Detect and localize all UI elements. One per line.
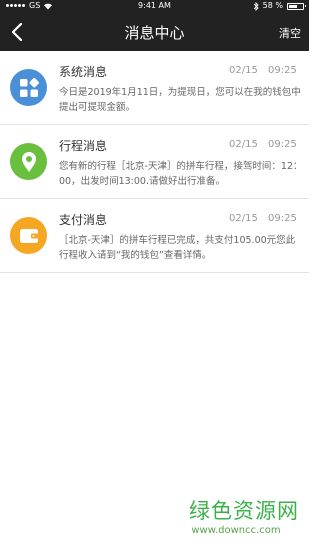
message-title: 支付消息 bbox=[59, 213, 108, 227]
nav-bar: 消息中心 清空 bbox=[0, 14, 309, 51]
list-item-system-message[interactable]: 系统消息 02/15 09:25 今日是2019年1月11日，为提现日，您可以在… bbox=[0, 51, 309, 125]
message-time: 09:25 bbox=[268, 213, 297, 224]
payment-message-avatar bbox=[10, 217, 47, 254]
status-bar: GS 9:41 AM 58 % bbox=[0, 0, 309, 12]
watermark-url: www.downcc.com bbox=[191, 525, 281, 536]
wallet-icon bbox=[19, 228, 38, 243]
watermark-name: 绿色资源网 bbox=[189, 499, 299, 523]
list-item-payment-message[interactable]: 支付消息 02/15 09:25 ［北京-天津］的拼车行程已完成，共支付105.… bbox=[0, 199, 309, 273]
trip-message-avatar bbox=[10, 143, 47, 180]
message-list: 系统消息 02/15 09:25 今日是2019年1月11日，为提现日，您可以在… bbox=[0, 51, 309, 273]
message-date: 02/15 bbox=[229, 139, 258, 150]
battery-icon bbox=[287, 2, 306, 10]
location-pin-icon bbox=[21, 151, 36, 172]
list-item-trip-message[interactable]: 行程消息 02/15 09:25 您有新的行程［北京-天津］的拼车行程，接驾时间… bbox=[0, 125, 309, 199]
system-message-avatar bbox=[10, 69, 47, 106]
page-title: 消息中心 bbox=[124, 24, 185, 42]
top-bar: GS 9:41 AM 58 % 消息中心 清空 bbox=[0, 0, 309, 51]
battery-percent: 58 % bbox=[262, 1, 283, 10]
message-time: 09:25 bbox=[268, 65, 297, 76]
message-body: 您有新的行程［北京-天津］的拼车行程，接驾时间：12：00，出发时间13:00.… bbox=[59, 161, 303, 187]
message-title: 行程消息 bbox=[59, 139, 108, 153]
message-body: 今日是2019年1月11日，为提现日，您可以在我的钱包中提出可提现金额。 bbox=[59, 87, 301, 113]
message-body: ［北京-天津］的拼车行程已完成，共支付105.00元您此行程收入请到“我的钱包”… bbox=[59, 235, 296, 261]
message-title: 系统消息 bbox=[59, 65, 108, 79]
message-time: 09:25 bbox=[268, 139, 297, 150]
bluetooth-icon bbox=[253, 1, 259, 11]
watermark: 绿色资源网 www.downcc.com bbox=[173, 499, 299, 536]
message-date: 02/15 bbox=[229, 213, 258, 224]
grid-icon bbox=[19, 77, 39, 97]
message-date: 02/15 bbox=[229, 65, 258, 76]
clear-button[interactable]: 清空 bbox=[279, 25, 301, 41]
